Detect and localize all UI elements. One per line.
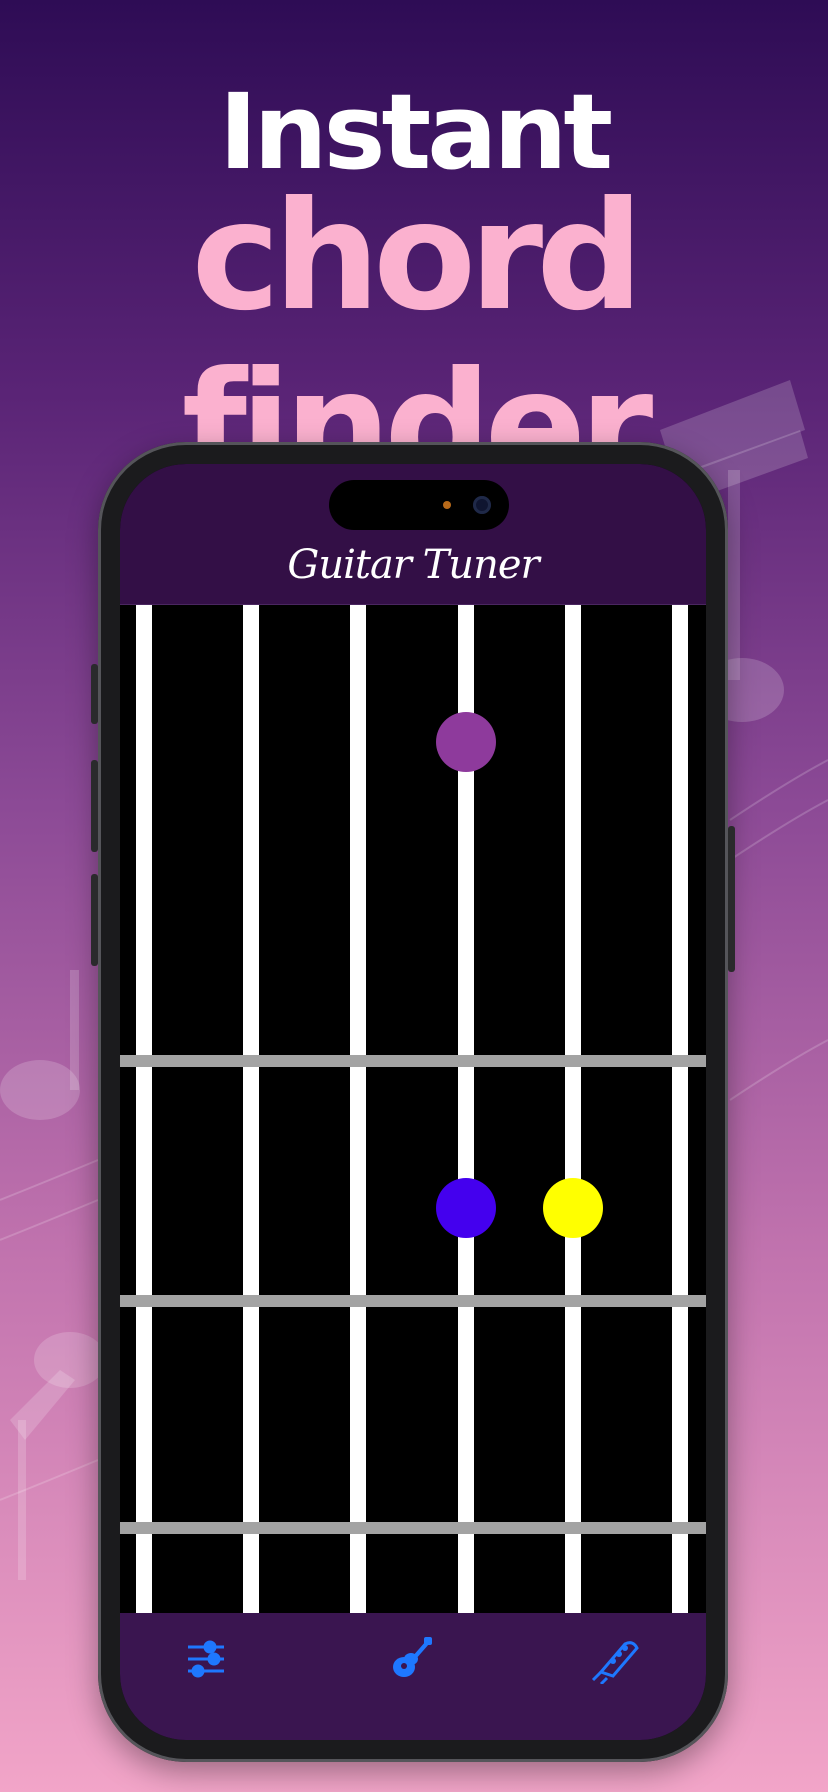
app-screen: Guitar Tuner xyxy=(120,464,706,1740)
power-button xyxy=(728,826,735,972)
guitar-string-1 xyxy=(136,605,152,1613)
phone-mockup: Guitar Tuner xyxy=(91,442,735,1762)
guitar-string-5 xyxy=(565,605,581,1613)
volume-down-button xyxy=(91,874,98,966)
fret-wire-1 xyxy=(120,1055,706,1067)
sliders-icon xyxy=(188,1640,224,1678)
fret-wire-3 xyxy=(120,1522,706,1534)
front-camera xyxy=(473,496,491,514)
bottom-tab-bar xyxy=(120,1613,706,1740)
finger-dot-string-4-fret-1[interactable] xyxy=(436,712,496,772)
app-title: Guitar Tuner xyxy=(287,542,539,588)
guitar-string-6 xyxy=(672,605,688,1613)
action-button xyxy=(91,664,98,724)
headstock-icon xyxy=(591,1641,639,1684)
finger-dot-string-4-fret-2[interactable] xyxy=(436,1178,496,1238)
guitar-string-2 xyxy=(243,605,259,1613)
app-header: Guitar Tuner xyxy=(120,464,706,605)
settings-tab[interactable] xyxy=(176,1629,236,1689)
sensor-dot xyxy=(443,501,451,509)
finger-dot-string-5-fret-2[interactable] xyxy=(543,1178,603,1238)
fret-wire-2 xyxy=(120,1295,706,1307)
guitar-string-3 xyxy=(350,605,366,1613)
guitar-icon xyxy=(393,1637,432,1677)
dynamic-island xyxy=(329,480,509,530)
tuner-tab[interactable] xyxy=(586,1629,646,1689)
chords-tab[interactable] xyxy=(382,1629,442,1689)
volume-up-button xyxy=(91,760,98,852)
fretboard[interactable] xyxy=(120,605,706,1613)
